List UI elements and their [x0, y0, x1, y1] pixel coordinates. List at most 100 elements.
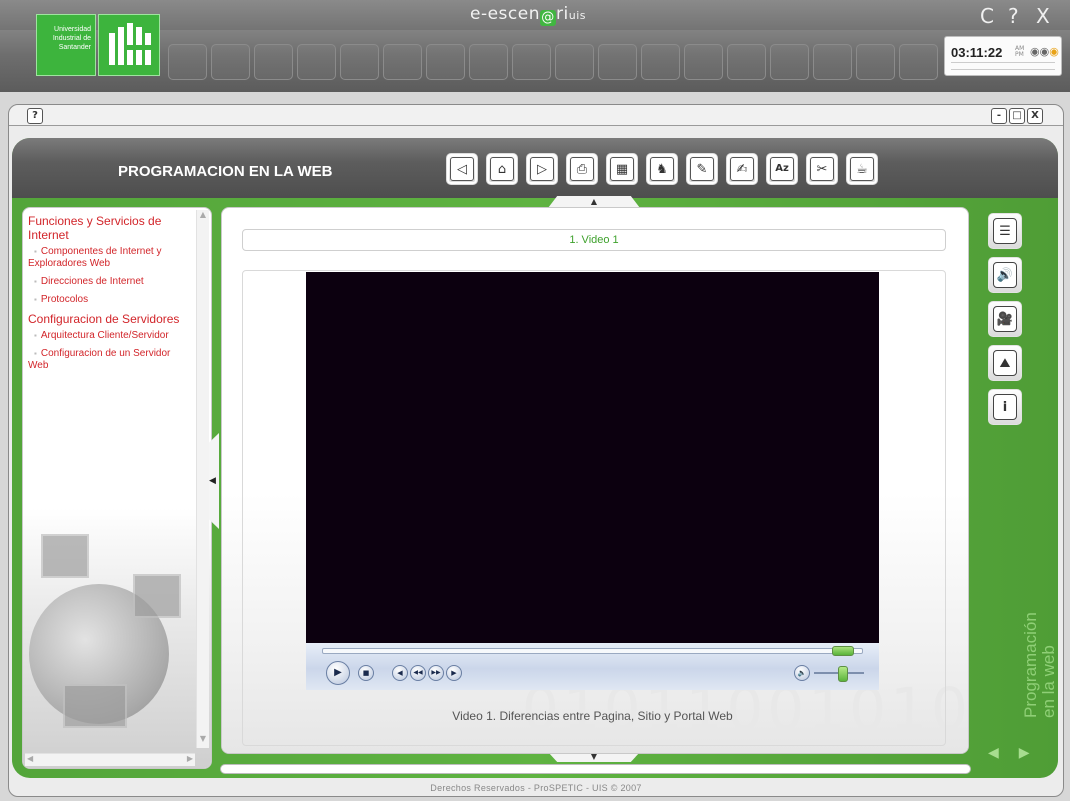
app-minimize-button[interactable]: C: [980, 4, 994, 28]
monitor-image: [133, 574, 181, 618]
menu-item-label: Protocolos: [40, 294, 89, 305]
window-close-button[interactable]: X: [1027, 108, 1043, 124]
sidebar-vertical-scrollbar[interactable]: ▲ ▼: [196, 210, 209, 748]
sidebar-collapse-handle[interactable]: ◀: [209, 433, 219, 529]
audio-button[interactable]: 🔊: [988, 257, 1022, 293]
bullet-icon: ▪: [34, 331, 37, 340]
notebook-button[interactable]: ✎: [686, 153, 718, 185]
print-icon: ⎙: [570, 157, 594, 181]
forward-arrow-icon: ▷: [530, 157, 554, 181]
window-help-button[interactable]: ?: [27, 108, 43, 124]
copyright-footer: Derechos Reservados - ProSPETIC - UIS © …: [430, 783, 642, 793]
menu-item[interactable]: ▪ Componentes de Internet y Exploradores …: [28, 246, 192, 270]
info-button[interactable]: i: [988, 389, 1022, 425]
video-title-bar: 1. Video 1: [242, 229, 946, 251]
stop-button[interactable]: ■: [358, 665, 374, 681]
header-decorative-cells: [168, 44, 938, 80]
window-maximize-button[interactable]: □: [1009, 108, 1025, 124]
clock-status-icons: ◉◉◉: [1030, 45, 1059, 58]
bullet-icon: ▪: [34, 247, 37, 256]
glossary-az-icon: Az: [770, 157, 794, 181]
scroll-left-icon[interactable]: ◀: [27, 754, 33, 763]
next-button[interactable]: ▶: [446, 665, 462, 681]
mute-button[interactable]: 🔈: [794, 665, 810, 681]
document-icon: ☰: [993, 218, 1017, 244]
bullet-icon: ▪: [34, 349, 37, 358]
back-arrow-icon: ◁: [450, 157, 474, 181]
course-title: PROGRAMACION EN LA WEB: [118, 163, 333, 180]
info-icon: i: [993, 394, 1017, 420]
video-player-screen[interactable]: [306, 272, 879, 690]
image-button[interactable]: ⛰: [988, 345, 1022, 381]
scroll-right-icon[interactable]: ▶: [187, 754, 193, 763]
page-nav-arrows: ◀ ▶: [988, 745, 1050, 761]
glossary-button[interactable]: Az: [766, 153, 798, 185]
brand-uis: uis: [568, 9, 586, 22]
caret-up-icon: ▲: [590, 197, 598, 206]
video-camera-icon: 🎥: [993, 306, 1017, 332]
previous-button[interactable]: ◀: [392, 665, 408, 681]
menu-item[interactable]: ▪ Direcciones de Internet: [28, 276, 192, 288]
menu-section-title[interactable]: Funciones y Servicios de Internet: [28, 214, 192, 242]
course-toolbar: ◁ ⌂ ▷ ⎙ ▦ ♞ ✎ ✍ Az ✂ ☕: [446, 153, 878, 185]
university-line-3: Santander: [58, 44, 91, 51]
menu-item-label: Configuracion de un Servidor Web: [28, 348, 171, 371]
side-brand-line-1: Programación: [1021, 612, 1040, 718]
audio-icon: 🔊: [993, 262, 1017, 288]
topic-sidebar: Funciones y Servicios de Internet ▪ Compo…: [22, 207, 212, 769]
resource-rail: ☰ 🔊 🎥 ⛰ i: [988, 213, 1022, 425]
menu-item-label: Arquitectura Cliente/Servidor: [40, 330, 169, 341]
menu-item[interactable]: ▪ Protocolos: [28, 294, 192, 306]
fast-forward-button[interactable]: ▶▶: [428, 665, 444, 681]
university-line-2: Industrial de: [52, 35, 91, 42]
home-icon: ⌂: [490, 157, 514, 181]
app-brand: e-escen@riuis: [470, 4, 586, 26]
university-line-1: Universidad: [54, 26, 91, 33]
uis-emblem-icon: [98, 14, 160, 76]
video-caption: Video 1. Diferencias entre Pagina, Sitio…: [452, 709, 733, 723]
document-button[interactable]: ☰: [988, 213, 1022, 249]
back-button[interactable]: ◁: [446, 153, 478, 185]
university-logo[interactable]: Universidad Industrial de Santander: [36, 14, 96, 76]
play-button[interactable]: ▶: [326, 661, 350, 685]
content-horizontal-bar: [220, 764, 971, 774]
coffee-break-button[interactable]: ☕: [846, 153, 878, 185]
monitor-image: [63, 684, 127, 728]
scroll-up-icon[interactable]: ▲: [197, 210, 209, 224]
home-button[interactable]: ⌂: [486, 153, 518, 185]
monitor-image: [41, 534, 89, 578]
rewind-button[interactable]: ◀◀: [410, 665, 426, 681]
seek-bar[interactable]: [322, 646, 863, 656]
course-side-brand: Programación en la web: [1021, 612, 1058, 718]
sidebar-horizontal-scrollbar[interactable]: ◀ ▶: [25, 753, 195, 766]
volume-slider[interactable]: [814, 666, 864, 682]
people-button[interactable]: ♞: [646, 153, 678, 185]
menu-section-title[interactable]: Configuracion de Servidores: [28, 312, 192, 326]
menu-item[interactable]: ▪ Configuracion de un Servidor Web: [28, 348, 192, 372]
clock-time: 03:11:22: [951, 45, 1003, 60]
volume-knob[interactable]: [838, 666, 848, 682]
brand-text: e-escen: [470, 4, 540, 24]
clock-ampm: AM PM: [1015, 46, 1024, 58]
menu-item[interactable]: ▪ Arquitectura Cliente/Servidor: [28, 330, 192, 342]
calculator-button[interactable]: ▦: [606, 153, 638, 185]
coffee-cup-icon: ☕: [850, 157, 874, 181]
print-button[interactable]: ⎙: [566, 153, 598, 185]
scroll-down-icon[interactable]: ▼: [197, 734, 209, 748]
edit-button[interactable]: ✍: [726, 153, 758, 185]
people-icon: ♞: [650, 157, 674, 181]
bullet-icon: ▪: [34, 295, 37, 304]
app-close-button[interactable]: X: [1036, 4, 1050, 28]
seek-knob[interactable]: [832, 646, 854, 656]
brand-at-icon: @: [540, 10, 556, 26]
next-page-icon[interactable]: ▶: [1019, 745, 1030, 761]
forward-button[interactable]: ▷: [526, 153, 558, 185]
calculator-icon: ▦: [610, 157, 634, 181]
tools-button[interactable]: ✂: [806, 153, 838, 185]
app-help-button[interactable]: ?: [1008, 4, 1019, 28]
previous-page-icon[interactable]: ◀: [988, 745, 999, 761]
clock-widget: 03:11:22 AM PM ◉◉◉: [944, 36, 1062, 76]
window-minimize-button[interactable]: -: [991, 108, 1007, 124]
video-button[interactable]: 🎥: [988, 301, 1022, 337]
edit-icon: ✍: [730, 157, 754, 181]
